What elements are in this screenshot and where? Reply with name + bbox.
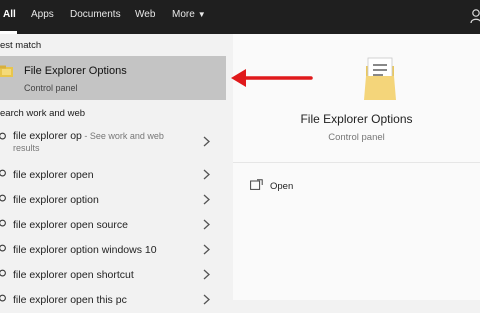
best-match-item[interactable]: File Explorer Options Control panel <box>0 56 226 100</box>
result-text: file explorer op <box>13 130 82 142</box>
search-icon <box>0 194 6 202</box>
list-item[interactable]: file explorer open <box>0 163 226 188</box>
search-filter-bar: All Apps Documents Web More ▼ <box>0 0 480 34</box>
result-text: file explorer option <box>13 194 99 206</box>
list-item[interactable]: file explorer open shortcut <box>0 263 226 288</box>
tab-apps[interactable]: Apps <box>31 0 54 34</box>
red-arrow-annotation <box>231 69 313 87</box>
result-text: file explorer open this pc <box>13 294 127 306</box>
chevron-right-icon <box>203 194 210 205</box>
tab-all[interactable]: All <box>3 0 16 34</box>
search-icon <box>0 294 6 302</box>
search-web-header: earch work and web <box>0 108 86 119</box>
tab-web[interactable]: Web <box>135 0 155 34</box>
open-window-icon <box>250 179 263 190</box>
search-icon <box>0 219 6 227</box>
chevron-right-icon <box>203 244 210 255</box>
preview-subtitle: Control panel <box>328 132 385 143</box>
folder-icon <box>364 57 396 100</box>
result-extra-line2: results <box>13 143 40 153</box>
search-icon <box>0 269 6 277</box>
list-item[interactable]: file explorer open this pc <box>0 288 226 313</box>
result-text: file explorer open <box>13 169 94 181</box>
results-pane: est match File Explorer Options Control … <box>0 34 233 306</box>
chevron-right-icon <box>203 169 210 180</box>
chevron-right-icon <box>203 269 210 280</box>
list-item[interactable]: file explorer option <box>0 188 226 213</box>
tab-documents[interactable]: Documents <box>70 0 121 34</box>
list-item[interactable]: file explorer option windows 10 <box>0 238 226 263</box>
divider <box>233 162 480 163</box>
best-match-title: File Explorer Options <box>24 65 127 77</box>
result-text: file explorer open source <box>13 219 128 231</box>
list-item[interactable]: file explorer op - See work and web resu… <box>0 126 226 160</box>
preview-title: File Explorer Options <box>300 112 413 126</box>
list-item[interactable]: file explorer open source <box>0 213 226 238</box>
caret-down-icon: ▼ <box>197 10 206 19</box>
best-match-header: est match <box>0 40 42 51</box>
folder-icon <box>0 65 13 77</box>
user-feedback-icon[interactable] <box>470 8 480 24</box>
chevron-right-icon <box>203 136 210 147</box>
result-text: file explorer option windows 10 <box>13 244 157 256</box>
best-match-subtitle: Control panel <box>24 83 78 93</box>
tab-more[interactable]: More ▼ <box>172 0 206 34</box>
search-icon <box>0 244 6 252</box>
search-icon <box>0 169 6 177</box>
open-action[interactable]: Open <box>270 181 293 192</box>
chevron-right-icon <box>203 219 210 230</box>
tab-more-label: More <box>172 9 195 20</box>
result-extra: - See work and web <box>81 131 164 141</box>
result-text: file explorer open shortcut <box>13 269 134 281</box>
search-icon <box>0 132 6 140</box>
